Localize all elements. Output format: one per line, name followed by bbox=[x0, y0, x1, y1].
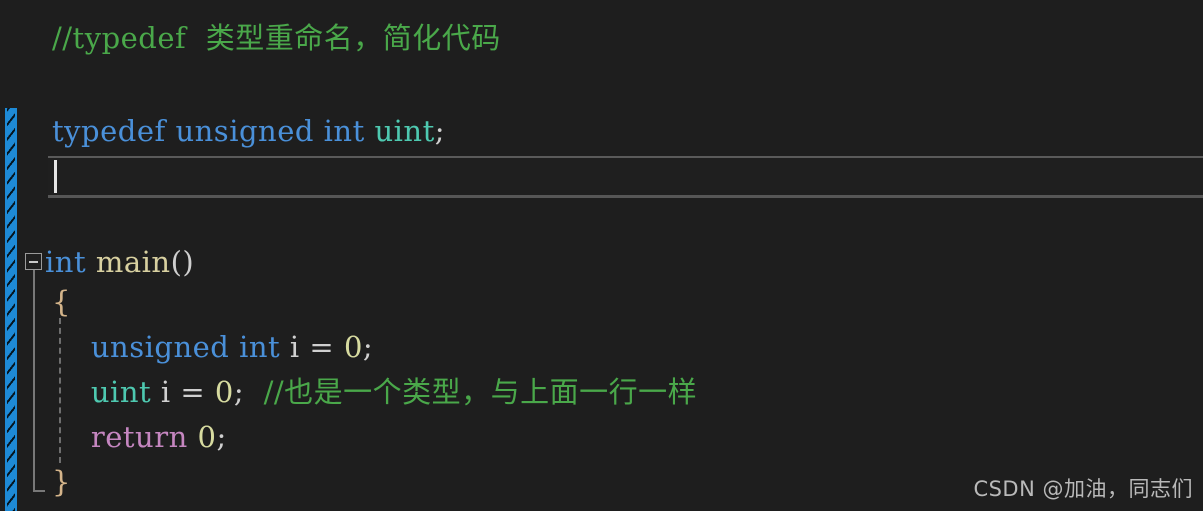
text-cursor bbox=[54, 160, 57, 193]
code-line-line-comment-typedef[interactable]: //typedef 类型重命名，简化代码 bbox=[52, 22, 501, 54]
code-token-brace: } bbox=[52, 465, 71, 499]
code-token-punct: ; bbox=[233, 375, 245, 409]
code-token-func: main bbox=[95, 245, 171, 279]
watermark-text: CSDN @加油，同志们 bbox=[973, 477, 1193, 501]
code-token-comment: //typedef 类型重命名，简化代码 bbox=[52, 21, 501, 55]
code-token-punct: = bbox=[309, 330, 335, 364]
code-token-keyword: int bbox=[45, 245, 87, 279]
current-line-highlight[interactable] bbox=[48, 156, 1203, 198]
code-line-line-return[interactable]: return 0; bbox=[52, 421, 227, 453]
code-token-ctrl: return bbox=[90, 420, 188, 454]
code-line-line-close-brace[interactable]: } bbox=[52, 466, 71, 498]
code-token-keyword: unsigned bbox=[175, 114, 314, 148]
collapse-toggle-icon[interactable] bbox=[25, 253, 42, 270]
code-token-comment: //也是一个类型，与上面一行一样 bbox=[263, 375, 698, 409]
code-line-line-unsigned-i[interactable]: unsigned int i = 0; bbox=[52, 331, 373, 363]
unsaved-change-bar-icon bbox=[5, 108, 17, 511]
code-token-plain: i bbox=[289, 330, 300, 364]
code-token-keyword: int bbox=[323, 114, 365, 148]
code-token-type: uint bbox=[374, 114, 435, 148]
code-token-punct: ; bbox=[362, 330, 374, 364]
code-token-keyword: typedef bbox=[52, 114, 166, 148]
code-token-num: 0 bbox=[343, 330, 363, 364]
code-token-keyword: int bbox=[239, 330, 281, 364]
code-token-num: 0 bbox=[197, 420, 217, 454]
code-token-punct: ; bbox=[216, 420, 227, 454]
code-line-line-main-signature[interactable]: int main() bbox=[45, 246, 194, 278]
code-token-type: uint bbox=[90, 375, 152, 409]
code-token-plain: i bbox=[160, 375, 171, 409]
code-token-num: 0 bbox=[214, 375, 234, 409]
code-token-punct: () bbox=[170, 245, 195, 279]
code-line-line-typedef-decl[interactable]: typedef unsigned int uint; bbox=[52, 115, 445, 147]
code-token-keyword: unsigned bbox=[90, 330, 230, 364]
code-editor-surface[interactable]: //typedef 类型重命名，简化代码 typedef unsigned in… bbox=[0, 0, 1203, 511]
code-token-punct: ; bbox=[434, 114, 446, 148]
code-token-brace: { bbox=[52, 285, 71, 319]
outline-foot-line bbox=[32, 490, 45, 492]
code-line-line-uint-i[interactable]: uint i = 0; //也是一个类型，与上面一行一样 bbox=[52, 376, 697, 408]
code-token-punct: = bbox=[180, 375, 206, 409]
outline-vertical-line bbox=[32, 270, 35, 492]
code-line-line-open-brace[interactable]: { bbox=[52, 286, 71, 318]
